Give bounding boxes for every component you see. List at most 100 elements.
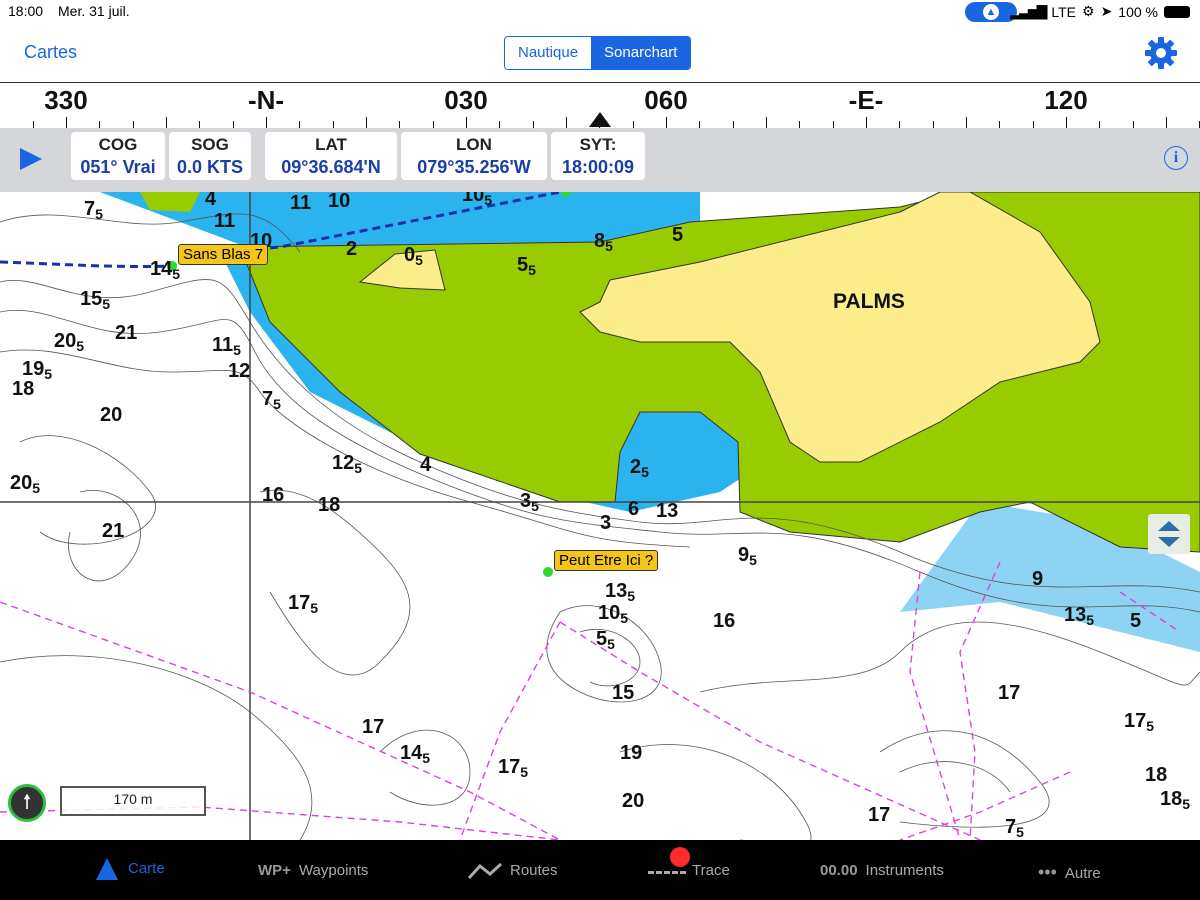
instrument-label: LON: [456, 135, 492, 154]
tab-label: Waypoints: [298, 862, 369, 879]
tab-routes[interactable]: Routes: [467, 862, 558, 880]
depth-label: 9: [1032, 568, 1044, 590]
compass-label: 060: [644, 85, 688, 115]
depth-label: 155: [80, 288, 111, 312]
battery-label: 100 %: [1118, 3, 1158, 20]
depth-label: 55: [596, 628, 615, 652]
depth-label: 17: [362, 716, 385, 738]
compass-label: -N-: [247, 85, 285, 115]
up-down-arrows-icon: [1158, 521, 1180, 547]
heading-pointer-icon: [589, 112, 611, 127]
settings-gear-icon[interactable]: [1144, 36, 1178, 70]
tab-waypoints[interactable]: WP+ Waypoints: [258, 862, 368, 879]
depth-label: 145: [400, 742, 431, 766]
status-time: 18:00: [8, 3, 44, 19]
depth-label: 125: [332, 452, 363, 476]
depth-label: 75: [1005, 816, 1024, 840]
tab-trace[interactable]: Trace: [648, 847, 730, 879]
instrument-sog[interactable]: SOG 0.0 KTS: [169, 132, 251, 180]
tab-bar: Carte WP+ Waypoints Routes Trace 00.00 Ins…: [0, 840, 1200, 900]
route-icon: [467, 862, 503, 880]
depth-label: 18: [12, 378, 35, 400]
depth-label: 4: [205, 192, 217, 210]
status-bar: 18:00 Mer. 31 juil. ▲ ▂▃▅▇ LTE ⚙ ➤ 100 %: [0, 0, 1200, 24]
depth-label: 6: [628, 498, 640, 520]
tab-label: Instruments: [865, 862, 944, 879]
depth-label: 115: [212, 334, 241, 358]
depth-label: 3: [600, 512, 612, 534]
instrument-lat[interactable]: LAT 09°36.684'N: [265, 132, 397, 180]
status-right: ▂▃▅▇ LTE ⚙ ➤ 100 %: [1010, 3, 1190, 20]
depth-label: 175: [288, 592, 319, 616]
zoom-toggle-button[interactable]: [1148, 514, 1190, 554]
depth-label: 145: [150, 258, 181, 282]
waypoint-label-sans-blas[interactable]: Sans Blas 7: [178, 244, 269, 265]
depth-label: 17: [998, 682, 1021, 704]
tab-label: Trace: [692, 862, 730, 879]
battery-icon: [1164, 5, 1190, 18]
depth-label: 175: [498, 756, 529, 780]
depth-label: 17: [868, 804, 891, 826]
signal-icon: ▂▃▅▇: [1010, 3, 1047, 19]
tab-carte[interactable]: Carte: [96, 858, 165, 880]
depth-label: 55: [517, 254, 536, 278]
depth-label: 15: [612, 682, 635, 704]
waypoint-plus-icon: WP+: [258, 862, 291, 879]
depth-label: 95: [738, 544, 757, 568]
depth-label: 205: [10, 472, 41, 496]
place-label-palms: PALMS: [833, 290, 905, 313]
depth-label: 16: [713, 610, 736, 632]
more-dots-icon: •••: [1038, 862, 1057, 882]
depth-label: 20: [622, 790, 645, 812]
instrument-value: 09°36.684'N: [281, 157, 381, 177]
instruments-icon: 00.00: [820, 862, 858, 879]
compass-label: 120: [1044, 85, 1088, 115]
north-up-button[interactable]: 🠕: [8, 784, 46, 822]
instrument-value: 079°35.256'W: [417, 157, 531, 177]
depth-label: 2: [346, 238, 358, 260]
tab-instruments[interactable]: 00.00 Instruments: [820, 862, 944, 879]
scale-bar: 170 m: [60, 786, 206, 816]
depth-label: 135: [605, 580, 636, 604]
instrument-label: LAT: [315, 135, 347, 154]
instrument-value: 051° Vrai: [80, 157, 156, 177]
instrument-syt[interactable]: SYT: 18:00:09: [551, 132, 645, 180]
instrument-cog[interactable]: COG 051° Vrai: [71, 132, 165, 180]
segment-sonarchart[interactable]: Sonarchart: [591, 37, 691, 69]
instrument-label: SOG: [191, 135, 229, 154]
depth-label: 4: [420, 454, 432, 476]
compass-label: 330: [44, 85, 88, 115]
play-icon[interactable]: [20, 148, 42, 170]
depth-label: 10: [328, 192, 351, 212]
waypoint-label-peut-etre-ici[interactable]: Peut Etre Ici ?: [554, 550, 659, 571]
depth-label: 19: [620, 742, 643, 764]
location-arrow-icon: ➤: [1100, 3, 1113, 19]
depth-label: 11: [290, 192, 312, 214]
navigation-icon: ▲: [983, 4, 999, 20]
compass-label: 030: [444, 85, 488, 115]
triangle-icon: [96, 858, 118, 880]
depth-label: 205: [54, 330, 85, 354]
depth-label: 18: [318, 494, 341, 516]
depth-label: 135: [1064, 604, 1095, 628]
scale-label: 170 m: [113, 791, 153, 807]
depth-label: 18: [1145, 764, 1168, 786]
instrument-bar: COG 051° Vrai SOG 0.0 KTS LAT 09°36.684'…: [0, 128, 1200, 192]
waypoint-dot: [543, 567, 553, 577]
cartes-button[interactable]: Cartes: [24, 42, 77, 63]
status-date: Mer. 31 juil.: [58, 3, 130, 19]
instrument-value: 18:00:09: [561, 157, 635, 177]
depth-label: 21: [102, 520, 125, 542]
nautical-chart[interactable]: 75 4 11 11 10 105 10 2 05 55 85 5 145 15…: [0, 192, 1200, 840]
depth-label: 85: [594, 230, 613, 254]
tab-label: Carte: [128, 859, 165, 877]
depth-label: 105: [462, 192, 493, 208]
depth-label: 35: [520, 490, 539, 514]
chart-type-segmented-control: Nautique Sonarchart: [504, 36, 692, 70]
nav-bar: Cartes Nautique Sonarchart: [0, 24, 1200, 82]
info-icon[interactable]: i: [1164, 146, 1188, 170]
instrument-lon[interactable]: LON 079°35.256'W: [401, 132, 547, 180]
tab-autre[interactable]: ••• Autre: [1038, 862, 1101, 883]
tab-label: Routes: [510, 862, 558, 879]
segment-nautique[interactable]: Nautique: [505, 37, 592, 69]
